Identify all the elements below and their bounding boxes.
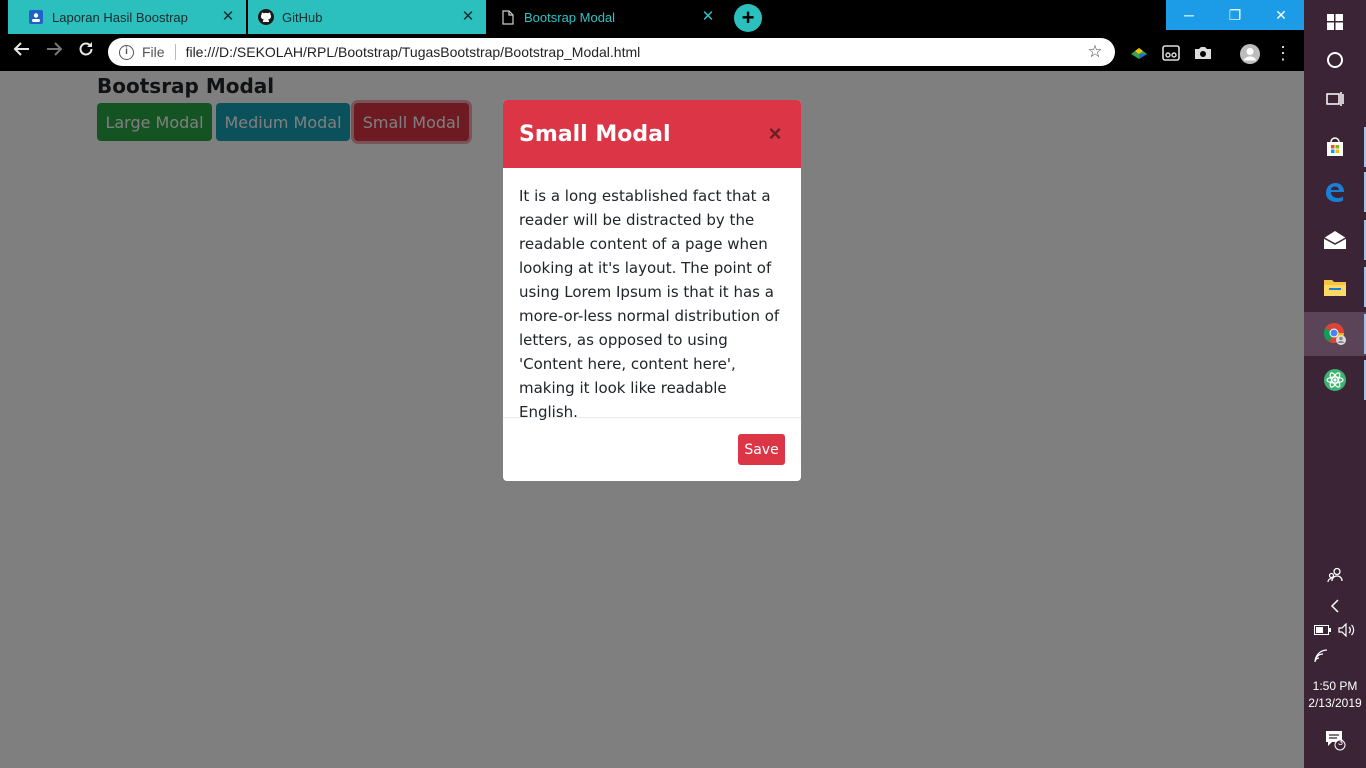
clock-date: 2/13/2019: [1308, 696, 1362, 710]
edge-icon[interactable]: [1304, 170, 1366, 214]
clock[interactable]: 1:50 PM 2/13/2019: [1304, 678, 1366, 712]
minimize-button[interactable]: ─: [1166, 0, 1212, 30]
github-icon: [258, 9, 274, 25]
chrome-icon[interactable]: [1304, 312, 1366, 356]
search-cortana-icon[interactable]: [1304, 38, 1366, 82]
tab-title: Laporan Hasil Boostrap: [52, 9, 188, 25]
atom-icon[interactable]: [1304, 358, 1366, 402]
close-window-button[interactable]: ✕: [1258, 0, 1304, 30]
tab-laporan[interactable]: Laporan Hasil Boostrap ✕: [8, 0, 246, 34]
bookmark-star-icon[interactable]: ☆: [1085, 42, 1105, 62]
url-text[interactable]: file:///D:/SEKOLAH/RPL/Bootstrap/TugasBo…: [186, 44, 1085, 60]
tab-bootsrap-modal[interactable]: Bootsrap Modal ✕: [488, 0, 726, 34]
modal-header: Small Modal ×: [503, 100, 801, 168]
tray-status: [1304, 620, 1366, 640]
task-view-icon[interactable]: [1304, 77, 1366, 121]
address-bar[interactable]: i File file:///D:/SEKOLAH/RPL/Bootstrap/…: [108, 38, 1115, 66]
reload-icon[interactable]: [74, 40, 98, 64]
address-divider: [174, 44, 176, 60]
store-icon[interactable]: [1304, 125, 1366, 169]
menu-dots-icon[interactable]: ⋮: [1274, 43, 1292, 63]
tab-title: Bootsrap Modal: [524, 9, 616, 25]
url-scheme: File: [142, 44, 165, 60]
volume-icon[interactable]: [1338, 623, 1356, 637]
clock-time: 1:50 PM: [1312, 679, 1358, 693]
back-icon[interactable]: [10, 40, 34, 64]
small-modal-dialog: Small Modal × It is a long established f…: [503, 100, 801, 481]
notification-count: 3: [1338, 737, 1344, 747]
extension-colorful-icon[interactable]: [1129, 43, 1149, 63]
new-tab-button[interactable]: +: [734, 4, 762, 32]
page-viewport: Bootsrap Modal Large Modal Medium Modal …: [0, 71, 1304, 768]
file-explorer-icon[interactable]: [1304, 265, 1366, 309]
tab-title: GitHub: [282, 9, 323, 25]
info-icon[interactable]: i: [119, 44, 134, 60]
modal-body: It is a long established fact that a rea…: [503, 168, 801, 421]
tab-github[interactable]: GitHub ✕: [248, 0, 486, 34]
save-button[interactable]: Save: [738, 434, 785, 465]
classroom-icon: [28, 9, 44, 25]
windows-logo-icon: [1327, 14, 1343, 30]
windows-taskbar: 1:50 PM 2/13/2019 3: [1304, 0, 1366, 768]
mail-icon[interactable]: [1304, 218, 1366, 262]
battery-icon[interactable]: [1314, 625, 1332, 635]
profile-avatar-icon[interactable]: [1239, 43, 1260, 64]
people-icon[interactable]: [1304, 563, 1366, 587]
tab-bar: Laporan Hasil Boostrap ✕ GitHub ✕ Bootsr…: [0, 0, 1304, 34]
modal-close-icon[interactable]: ×: [765, 123, 785, 145]
modal-footer: Save: [503, 418, 801, 481]
restore-button[interactable]: ❐: [1212, 0, 1258, 30]
extension-box-icon[interactable]: [1161, 43, 1181, 63]
show-hidden-icons-chevron-icon[interactable]: [1304, 596, 1366, 616]
action-center-icon[interactable]: 3: [1304, 728, 1366, 752]
forward-icon[interactable]: [42, 40, 66, 64]
modal-title: Small Modal: [519, 121, 671, 147]
browser-toolbar: i File file:///D:/SEKOLAH/RPL/Bootstrap/…: [0, 34, 1304, 71]
tab-close-icon[interactable]: ✕: [700, 9, 716, 25]
tab-close-icon[interactable]: ✕: [460, 9, 476, 25]
tab-close-icon[interactable]: ✕: [220, 9, 236, 25]
wifi-icon[interactable]: [1304, 646, 1366, 666]
file-icon: [500, 9, 516, 25]
camera-icon[interactable]: [1193, 43, 1213, 63]
